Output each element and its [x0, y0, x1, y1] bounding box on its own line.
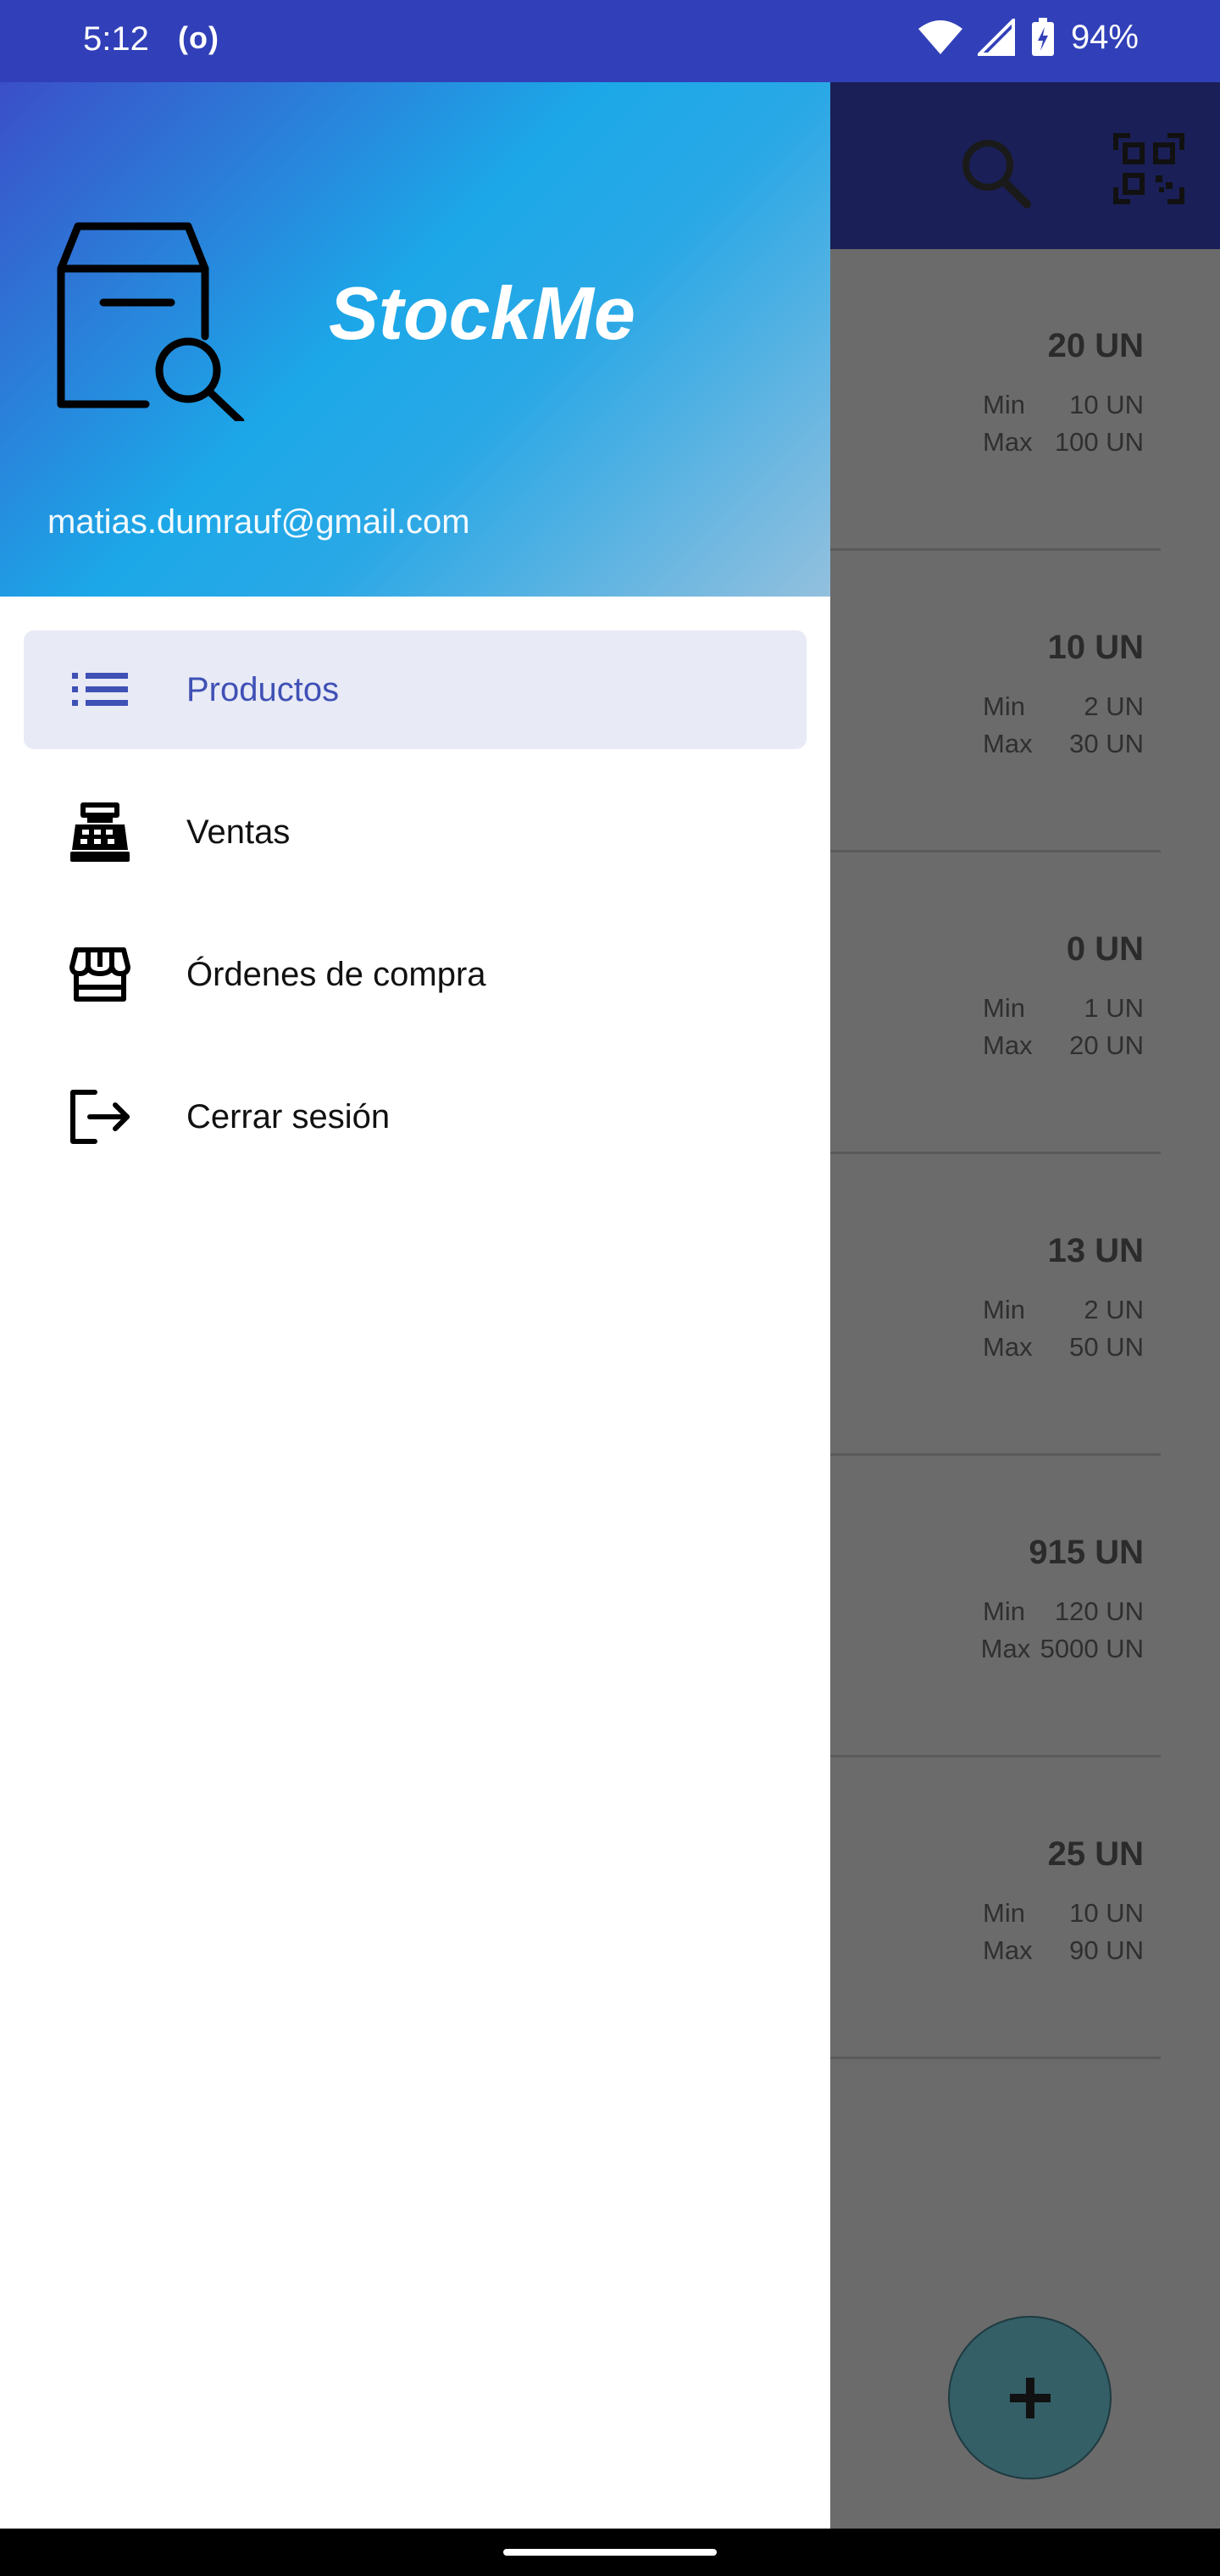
- min-value: 120 UN: [1054, 1596, 1144, 1626]
- max-label: Max: [983, 729, 1033, 758]
- min-value: 2 UN: [1084, 1295, 1144, 1324]
- min-label: Min: [983, 1596, 1025, 1626]
- min-label: Min: [983, 993, 1025, 1023]
- stock-max: Max 30 UN: [983, 729, 1144, 759]
- max-label: Max: [983, 1030, 1033, 1060]
- menu-item-label: Ventas: [186, 813, 291, 851]
- min-label: Min: [983, 1898, 1025, 1928]
- battery-charging-icon: [1031, 18, 1054, 56]
- min-value: 2 UN: [1084, 691, 1144, 721]
- max-value: 100 UN: [1054, 427, 1144, 457]
- menu-item-label: Cerrar sesión: [186, 1097, 391, 1135]
- hotspot-indicator: (o): [178, 20, 219, 55]
- min-value: 1 UN: [1084, 993, 1144, 1023]
- max-label: Max: [980, 1634, 1031, 1663]
- stock-max: Max 50 UN: [983, 1332, 1144, 1363]
- app-name: StockMe: [329, 271, 635, 355]
- store-icon: [66, 941, 134, 1008]
- max-value: 20 UN: [1069, 1030, 1144, 1060]
- menu-item-productos[interactable]: Productos: [24, 630, 807, 749]
- stock-min: Min 10 UN: [983, 1898, 1144, 1929]
- max-label: Max: [983, 1935, 1033, 1965]
- max-value: 90 UN: [1069, 1935, 1144, 1965]
- battery-percentage: 94%: [1070, 18, 1139, 56]
- min-label: Min: [983, 1295, 1025, 1324]
- qr-scan-icon[interactable]: [1113, 133, 1184, 204]
- max-label: Max: [983, 1332, 1033, 1362]
- stock-min: Min 2 UN: [983, 691, 1144, 722]
- wifi-icon: [918, 20, 962, 54]
- drawer-menu: Productos Ventas Órdenes de compra Cerra…: [0, 630, 830, 1200]
- list-icon: [66, 656, 134, 724]
- home-gesture-handle[interactable]: [503, 2549, 717, 2556]
- stock-value: 0 UN: [1066, 930, 1144, 968]
- drawer-header: StockMe matias.dumrauf@gmail.com: [0, 82, 830, 597]
- stock-max: Max 100 UN: [983, 427, 1144, 458]
- stock-value: 10 UN: [1047, 629, 1144, 666]
- navigation-drawer: StockMe matias.dumrauf@gmail.com Product…: [0, 82, 830, 2529]
- max-value: 50 UN: [1069, 1332, 1144, 1362]
- menu-item-label: Productos: [186, 670, 340, 708]
- stock-value: 25 UN: [1047, 1835, 1144, 1873]
- min-value: 10 UN: [1069, 1898, 1144, 1928]
- max-value: 5000 UN: [1040, 1634, 1144, 1663]
- cash-register-icon: [66, 798, 134, 866]
- max-value: 30 UN: [1069, 729, 1144, 758]
- stock-min: Min 2 UN: [983, 1295, 1144, 1325]
- status-icons: 94%: [918, 17, 1139, 58]
- add-product-button[interactable]: [948, 2316, 1112, 2479]
- min-label: Min: [983, 691, 1025, 721]
- min-label: Min: [983, 390, 1025, 419]
- stock-value: 915 UN: [1029, 1534, 1144, 1571]
- menu-item-ordenes[interactable]: Órdenes de compra: [24, 915, 807, 1034]
- logout-icon: [66, 1083, 134, 1151]
- menu-item-ventas[interactable]: Ventas: [24, 773, 807, 891]
- cell-signal-icon: [977, 19, 1015, 56]
- min-value: 10 UN: [1069, 390, 1144, 419]
- search-icon[interactable]: [956, 133, 1034, 211]
- menu-item-cerrar-sesion[interactable]: Cerrar sesión: [24, 1058, 807, 1176]
- plus-icon: [1009, 2377, 1051, 2418]
- stock-max: Max 5000 UN: [981, 1634, 1144, 1664]
- status-time: 5:12: [83, 20, 149, 58]
- system-nav-bar: [0, 2529, 1220, 2576]
- stock-value: 20 UN: [1047, 327, 1144, 364]
- status-bar: 5:12 (o) 94%: [0, 0, 1220, 82]
- menu-item-label: Órdenes de compra: [186, 955, 486, 993]
- stock-max: Max 90 UN: [983, 1935, 1144, 1966]
- stock-max: Max 20 UN: [983, 1030, 1144, 1061]
- stock-min: Min 120 UN: [983, 1596, 1144, 1627]
- max-label: Max: [983, 427, 1033, 457]
- stock-min: Min 1 UN: [983, 993, 1144, 1024]
- stock-value: 13 UN: [1047, 1232, 1144, 1269]
- stock-min: Min 10 UN: [983, 390, 1144, 420]
- box-search-icon: [57, 222, 245, 421]
- user-email: matias.dumrauf@gmail.com: [47, 503, 470, 541]
